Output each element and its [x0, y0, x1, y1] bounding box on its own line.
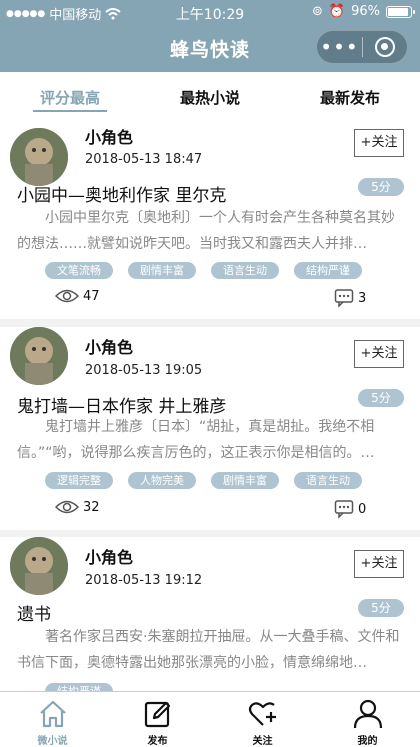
view-count-value: 47: [83, 288, 100, 304]
post-card[interactable]: 小角色 2018-05-13 19:05 +关注 鬼打墙—日本作家 井上雅彦 5…: [0, 327, 420, 530]
tag-badge: 剧情丰富: [128, 262, 196, 279]
follow-button[interactable]: +关注: [354, 550, 404, 578]
tag-badge: 逻辑完整: [45, 472, 113, 489]
tabbar-label: 发布: [147, 736, 168, 747]
view-count: 32: [55, 499, 100, 515]
author-name[interactable]: 小角色: [85, 544, 133, 568]
alarm-icon: ⏰: [328, 4, 346, 19]
eye-icon: [55, 500, 79, 514]
view-count-value: 32: [83, 499, 100, 515]
tabbar-item-follow[interactable]: 关注: [210, 692, 315, 747]
tag-badge: 剧情丰富: [211, 472, 279, 489]
comment-icon: [334, 500, 354, 519]
post-excerpt[interactable]: 著名作家吕西安·朱塞朗拉开抽屉。从一大叠手稿、文件和书信下面，奥德特露出她那张漂…: [17, 624, 406, 676]
bottom-tab-bar: 微小说 发布 关注 我的: [0, 691, 420, 747]
comment-count[interactable]: 0: [334, 499, 366, 519]
post-card[interactable]: 小角色 2018-05-13 18:47 +关注 小园中—奥地利作家 里尔克 5…: [0, 116, 420, 319]
battery-icon: [386, 5, 415, 18]
post-title[interactable]: 遗书: [17, 600, 51, 625]
avatar[interactable]: [10, 537, 68, 595]
author-name[interactable]: 小角色: [85, 124, 133, 148]
tabbar-item-profile[interactable]: 我的: [315, 692, 420, 747]
tag-badge: 语言生动: [211, 262, 279, 279]
post-title[interactable]: 小园中—奥地利作家 里尔克: [17, 181, 226, 206]
tag-badge: 结构严谨: [45, 683, 113, 691]
battery-percent: 96%: [351, 4, 380, 19]
post-excerpt[interactable]: 鬼打墙井上雅彦〔日本〕“胡扯，真是胡扯。我绝不相信。”“哟，说得那么疾言厉色的，…: [17, 414, 406, 466]
comment-icon: [334, 289, 354, 308]
score-badge: 5分: [358, 389, 404, 407]
comment-count-value: 3: [358, 290, 367, 306]
user-icon: [353, 699, 382, 729]
post-feed[interactable]: 小角色 2018-05-13 18:47 +关注 小园中—奥地利作家 里尔克 5…: [0, 116, 420, 691]
tag-badge: 结构严谨: [294, 262, 362, 279]
tab-top-rated[interactable]: 评分最高: [0, 72, 140, 116]
tabbar-label: 关注: [252, 736, 273, 747]
author-name[interactable]: 小角色: [85, 334, 133, 358]
tag-list: 结构严谨: [45, 683, 113, 691]
avatar[interactable]: [10, 128, 68, 186]
comment-count-value: 0: [358, 501, 367, 517]
post-date: 2018-05-13 18:47: [85, 152, 203, 167]
heart-plus-icon: [248, 702, 276, 726]
score-badge: 5分: [358, 178, 404, 196]
comment-count[interactable]: 3: [334, 288, 366, 308]
tabbar-label: 微小说: [37, 736, 68, 747]
lock-rotation-icon: ⊚: [312, 4, 323, 19]
tag-badge: 语言生动: [294, 472, 362, 489]
category-tabs: 评分最高 最热小说 最新发布: [0, 72, 420, 116]
status-bar: ●●●●● 中国移动 上午10:29 ⊚ ⏰ 96%: [0, 0, 420, 24]
target-circle-icon[interactable]: [363, 37, 407, 57]
eye-icon: [55, 289, 79, 303]
tabbar-item-micro-novel[interactable]: 微小说: [0, 692, 105, 747]
tabbar-item-publish[interactable]: 发布: [105, 692, 210, 747]
score-badge: 5分: [358, 599, 404, 617]
tabbar-label: 我的: [357, 736, 378, 747]
post-date: 2018-05-13 19:12: [85, 573, 203, 588]
home-icon: [39, 700, 66, 728]
more-dots-icon[interactable]: •••: [317, 30, 362, 64]
tag-list: 逻辑完整 人物完美 剧情丰富 语言生动: [45, 472, 362, 489]
tab-hottest[interactable]: 最热小说: [140, 72, 280, 116]
tag-badge: 文笔流畅: [45, 262, 113, 279]
tag-badge: 人物完美: [128, 472, 196, 489]
follow-button[interactable]: +关注: [354, 340, 404, 368]
post-excerpt[interactable]: 小园中里尔克〔奥地利〕一个人有时会产生各种莫名其妙的想法……就譬如说昨天吧。当时…: [17, 205, 406, 257]
view-count: 47: [55, 288, 100, 304]
edit-icon: [144, 701, 170, 728]
post-date: 2018-05-13 19:05: [85, 363, 203, 378]
follow-button[interactable]: +关注: [354, 129, 404, 157]
tab-newest[interactable]: 最新发布: [280, 72, 420, 116]
navigation-bar: 蜂鸟快读 •••: [0, 24, 420, 72]
avatar[interactable]: [10, 327, 68, 385]
mini-program-capsule: •••: [316, 30, 408, 64]
post-card[interactable]: 小角色 2018-05-13 19:12 +关注 遗书 5分 著名作家吕西安·朱…: [0, 537, 420, 691]
tag-list: 文笔流畅 剧情丰富 语言生动 结构严谨: [45, 262, 362, 279]
